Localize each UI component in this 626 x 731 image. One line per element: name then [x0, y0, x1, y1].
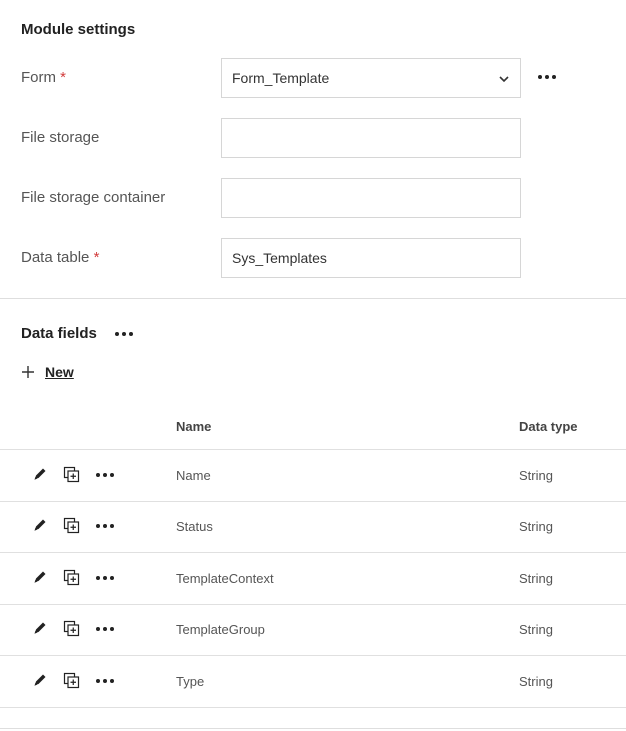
row-divider [0, 707, 626, 708]
chevron-down-icon [499, 76, 509, 83]
file-storage-field[interactable] [232, 130, 510, 146]
form-more-button[interactable] [538, 75, 556, 79]
file-storage-input[interactable] [221, 118, 521, 158]
more-dots-icon [96, 679, 100, 683]
table-row: TemplateContext String [0, 553, 626, 605]
row-type: String [519, 571, 553, 586]
pencil-icon[interactable] [32, 466, 48, 482]
pencil-icon[interactable] [32, 517, 48, 533]
pencil-icon[interactable] [32, 569, 48, 585]
row-type: String [519, 622, 553, 637]
data-fields-more-button[interactable] [115, 332, 133, 336]
row-more-button[interactable] [96, 473, 114, 477]
duplicate-icon[interactable] [63, 517, 80, 534]
pencil-icon[interactable] [32, 672, 48, 688]
duplicate-icon[interactable] [63, 620, 80, 637]
form-select-value: Form_Template [232, 70, 330, 86]
more-dots-icon [115, 332, 119, 336]
file-storage-container-input[interactable] [221, 178, 521, 218]
duplicate-icon[interactable] [63, 569, 80, 586]
more-dots-icon [96, 576, 100, 580]
row-more-button[interactable] [96, 576, 114, 580]
new-field-label: New [45, 364, 74, 380]
data-table-label: Data table * [21, 249, 99, 266]
row-name: Status [176, 519, 213, 534]
row-name: Name [176, 468, 211, 483]
more-dots-icon [96, 473, 100, 477]
form-label: Form * [21, 69, 66, 86]
row-type: String [519, 519, 553, 534]
form-label-text: Form [21, 69, 56, 86]
column-header-name[interactable]: Name [176, 419, 211, 434]
bottom-divider [0, 728, 626, 729]
table-row: Type String [0, 656, 626, 708]
table-row: TemplateGroup String [0, 604, 626, 656]
table-row: Status String [0, 501, 626, 553]
file-storage-container-field[interactable] [232, 190, 510, 206]
row-type: String [519, 468, 553, 483]
row-more-button[interactable] [96, 679, 114, 683]
duplicate-icon[interactable] [63, 466, 80, 483]
data-table-input[interactable]: Sys_Templates [221, 238, 521, 278]
pencil-icon[interactable] [32, 620, 48, 636]
file-storage-label: File storage [21, 129, 100, 146]
more-dots-icon [538, 75, 542, 79]
section-divider [0, 298, 626, 299]
new-field-button[interactable]: New [21, 364, 74, 380]
data-table-value: Sys_Templates [232, 250, 327, 266]
table-row: Name String [0, 450, 626, 502]
plus-icon [22, 366, 34, 378]
more-dots-icon [96, 627, 100, 631]
form-select[interactable]: Form_Template [221, 58, 521, 98]
row-more-button[interactable] [96, 524, 114, 528]
row-type: String [519, 674, 553, 689]
row-name: TemplateContext [176, 571, 274, 586]
module-settings-title: Module settings [21, 21, 136, 38]
duplicate-icon[interactable] [63, 672, 80, 689]
row-name: Type [176, 674, 205, 689]
row-more-button[interactable] [96, 627, 114, 631]
column-header-data-type[interactable]: Data type [519, 419, 578, 434]
row-name: TemplateGroup [176, 622, 265, 637]
file-storage-container-label: File storage container [21, 189, 166, 206]
data-fields-title: Data fields [21, 325, 97, 342]
required-marker: * [60, 69, 67, 86]
data-table-label-text: Data table [21, 249, 90, 266]
required-marker: * [93, 249, 100, 266]
more-dots-icon [96, 524, 100, 528]
